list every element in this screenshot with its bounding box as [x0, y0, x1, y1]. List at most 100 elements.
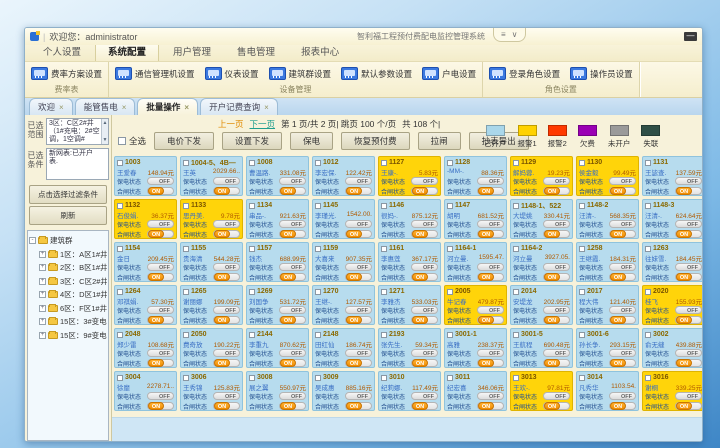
power-protect-toggle[interactable]: OFF — [213, 392, 240, 400]
power-protect-toggle[interactable]: OFF — [345, 220, 372, 228]
power-protect-toggle[interactable]: OFF — [345, 263, 372, 271]
power-protect-toggle[interactable]: OFF — [675, 306, 702, 314]
room-checkbox[interactable] — [117, 203, 123, 209]
room-checkbox[interactable] — [381, 289, 387, 295]
switch-state-toggle[interactable]: ON — [477, 316, 504, 324]
room-checkbox[interactable] — [315, 375, 321, 381]
switch-state-toggle[interactable]: ON — [345, 273, 372, 281]
room-checkbox[interactable] — [249, 160, 255, 166]
power-protect-toggle[interactable]: OFF — [543, 263, 570, 271]
document-tab[interactable]: 批量操作× — [137, 98, 198, 115]
room-checkbox[interactable] — [447, 375, 453, 381]
room-checkbox[interactable] — [645, 203, 651, 209]
switch-state-toggle[interactable]: ON — [213, 273, 240, 281]
switch-state-toggle[interactable]: ON — [477, 273, 504, 281]
switch-state-toggle[interactable]: ON — [147, 187, 174, 195]
room-checkbox[interactable] — [579, 289, 585, 295]
document-tab[interactable]: 能管售电× — [75, 98, 136, 115]
switch-state-toggle[interactable]: ON — [675, 359, 702, 367]
tree-item[interactable]: +1区：A区1#井 — [29, 248, 107, 262]
switch-state-toggle[interactable]: ON — [609, 187, 636, 195]
document-tab[interactable]: 开户记费查询× — [200, 98, 278, 115]
room-checkbox[interactable] — [447, 332, 453, 338]
close-icon[interactable]: × — [184, 103, 189, 112]
tree-expander-icon[interactable]: + — [39, 291, 46, 298]
ribbon-button[interactable]: 通信管理机设置 — [115, 67, 195, 80]
ribbon-button[interactable]: 费率方案设置 — [31, 67, 102, 80]
tree-item[interactable]: +3区：C区2#井（1#变 — [29, 275, 107, 289]
switch-state-toggle[interactable]: ON — [477, 402, 504, 410]
power-protect-toggle[interactable]: OFF — [609, 220, 636, 228]
switch-state-toggle[interactable]: ON — [609, 230, 636, 238]
room-checkbox[interactable] — [183, 375, 189, 381]
room-checkbox[interactable] — [447, 203, 453, 209]
power-protect-toggle[interactable]: OFF — [213, 177, 240, 185]
action-button[interactable]: 拉闸 — [418, 132, 461, 150]
power-protect-toggle[interactable]: OFF — [345, 392, 372, 400]
minimize-button[interactable]: — — [684, 32, 697, 41]
filter-select-button[interactable]: 点击选择过滤条件 — [29, 185, 107, 204]
power-protect-toggle[interactable]: OFF — [477, 177, 504, 185]
document-tab[interactable]: 欢迎× — [29, 98, 73, 115]
switch-state-toggle[interactable]: ON — [279, 316, 306, 324]
room-checkbox[interactable] — [183, 289, 189, 295]
switch-state-toggle[interactable]: ON — [477, 187, 504, 195]
power-protect-toggle[interactable]: OFF — [147, 392, 174, 400]
switch-state-toggle[interactable]: ON — [345, 230, 372, 238]
switch-state-toggle[interactable]: ON — [147, 359, 174, 367]
room-checkbox[interactable] — [381, 203, 387, 209]
room-checkbox[interactable] — [579, 160, 585, 166]
switch-state-toggle[interactable]: ON — [279, 359, 306, 367]
power-protect-toggle[interactable]: OFF — [543, 177, 570, 185]
power-protect-toggle[interactable]: OFF — [411, 306, 438, 314]
ribbon-button[interactable]: 建筑群设置 — [269, 67, 332, 80]
room-checkbox[interactable] — [447, 160, 453, 166]
scroll-down-icon[interactable]: ▼ — [102, 136, 108, 144]
tree-expander-icon[interactable]: - — [29, 237, 36, 244]
power-protect-toggle[interactable]: OFF — [345, 177, 372, 185]
tree-expander-icon[interactable]: + — [39, 264, 46, 271]
power-protect-toggle[interactable]: OFF — [147, 306, 174, 314]
switch-state-toggle[interactable]: ON — [279, 230, 306, 238]
select-all-checkbox[interactable] — [118, 137, 126, 145]
prev-page-link[interactable]: 上一页 — [218, 118, 244, 130]
room-checkbox[interactable] — [315, 160, 321, 166]
power-protect-toggle[interactable]: OFF — [543, 392, 570, 400]
switch-state-toggle[interactable]: ON — [543, 359, 570, 367]
room-checkbox[interactable] — [579, 246, 585, 252]
room-checkbox[interactable] — [381, 160, 387, 166]
power-protect-toggle[interactable]: OFF — [213, 220, 240, 228]
power-protect-toggle[interactable]: OFF — [147, 263, 174, 271]
switch-state-toggle[interactable]: ON — [543, 187, 570, 195]
room-checkbox[interactable] — [579, 375, 585, 381]
ribbon-button[interactable]: 仪表设置 — [205, 67, 259, 80]
switch-state-toggle[interactable]: ON — [279, 273, 306, 281]
switch-state-toggle[interactable]: ON — [345, 316, 372, 324]
switch-state-toggle[interactable]: ON — [609, 359, 636, 367]
power-protect-toggle[interactable]: OFF — [279, 306, 306, 314]
power-protect-toggle[interactable]: OFF — [411, 392, 438, 400]
room-checkbox[interactable] — [513, 375, 519, 381]
ribbon-button[interactable]: 登录角色设置 — [489, 67, 560, 80]
room-checkbox[interactable] — [183, 332, 189, 338]
switch-state-toggle[interactable]: ON — [345, 187, 372, 195]
power-protect-toggle[interactable]: OFF — [609, 263, 636, 271]
close-icon[interactable]: × — [122, 103, 127, 112]
switch-state-toggle[interactable]: ON — [411, 402, 438, 410]
tree-expander-icon[interactable]: + — [39, 251, 46, 258]
selected-range-listbox[interactable]: 3区：C区2#井（1#充电：2#空调，1空调# ▲ ▼ — [46, 118, 109, 145]
action-button[interactable]: 保电 — [290, 132, 333, 150]
switch-state-toggle[interactable]: ON — [213, 359, 240, 367]
switch-state-toggle[interactable]: ON — [147, 273, 174, 281]
switch-state-toggle[interactable]: ON — [345, 359, 372, 367]
room-checkbox[interactable] — [315, 246, 321, 252]
switch-state-toggle[interactable]: ON — [675, 402, 702, 410]
power-protect-toggle[interactable]: OFF — [675, 220, 702, 228]
room-checkbox[interactable] — [645, 246, 651, 252]
power-protect-toggle[interactable]: OFF — [675, 177, 702, 185]
room-checkbox[interactable] — [645, 160, 651, 166]
quick-access-icon[interactable]: ≡ — [501, 30, 506, 39]
room-checkbox[interactable] — [249, 203, 255, 209]
power-protect-toggle[interactable]: OFF — [279, 177, 306, 185]
switch-state-toggle[interactable]: ON — [279, 402, 306, 410]
